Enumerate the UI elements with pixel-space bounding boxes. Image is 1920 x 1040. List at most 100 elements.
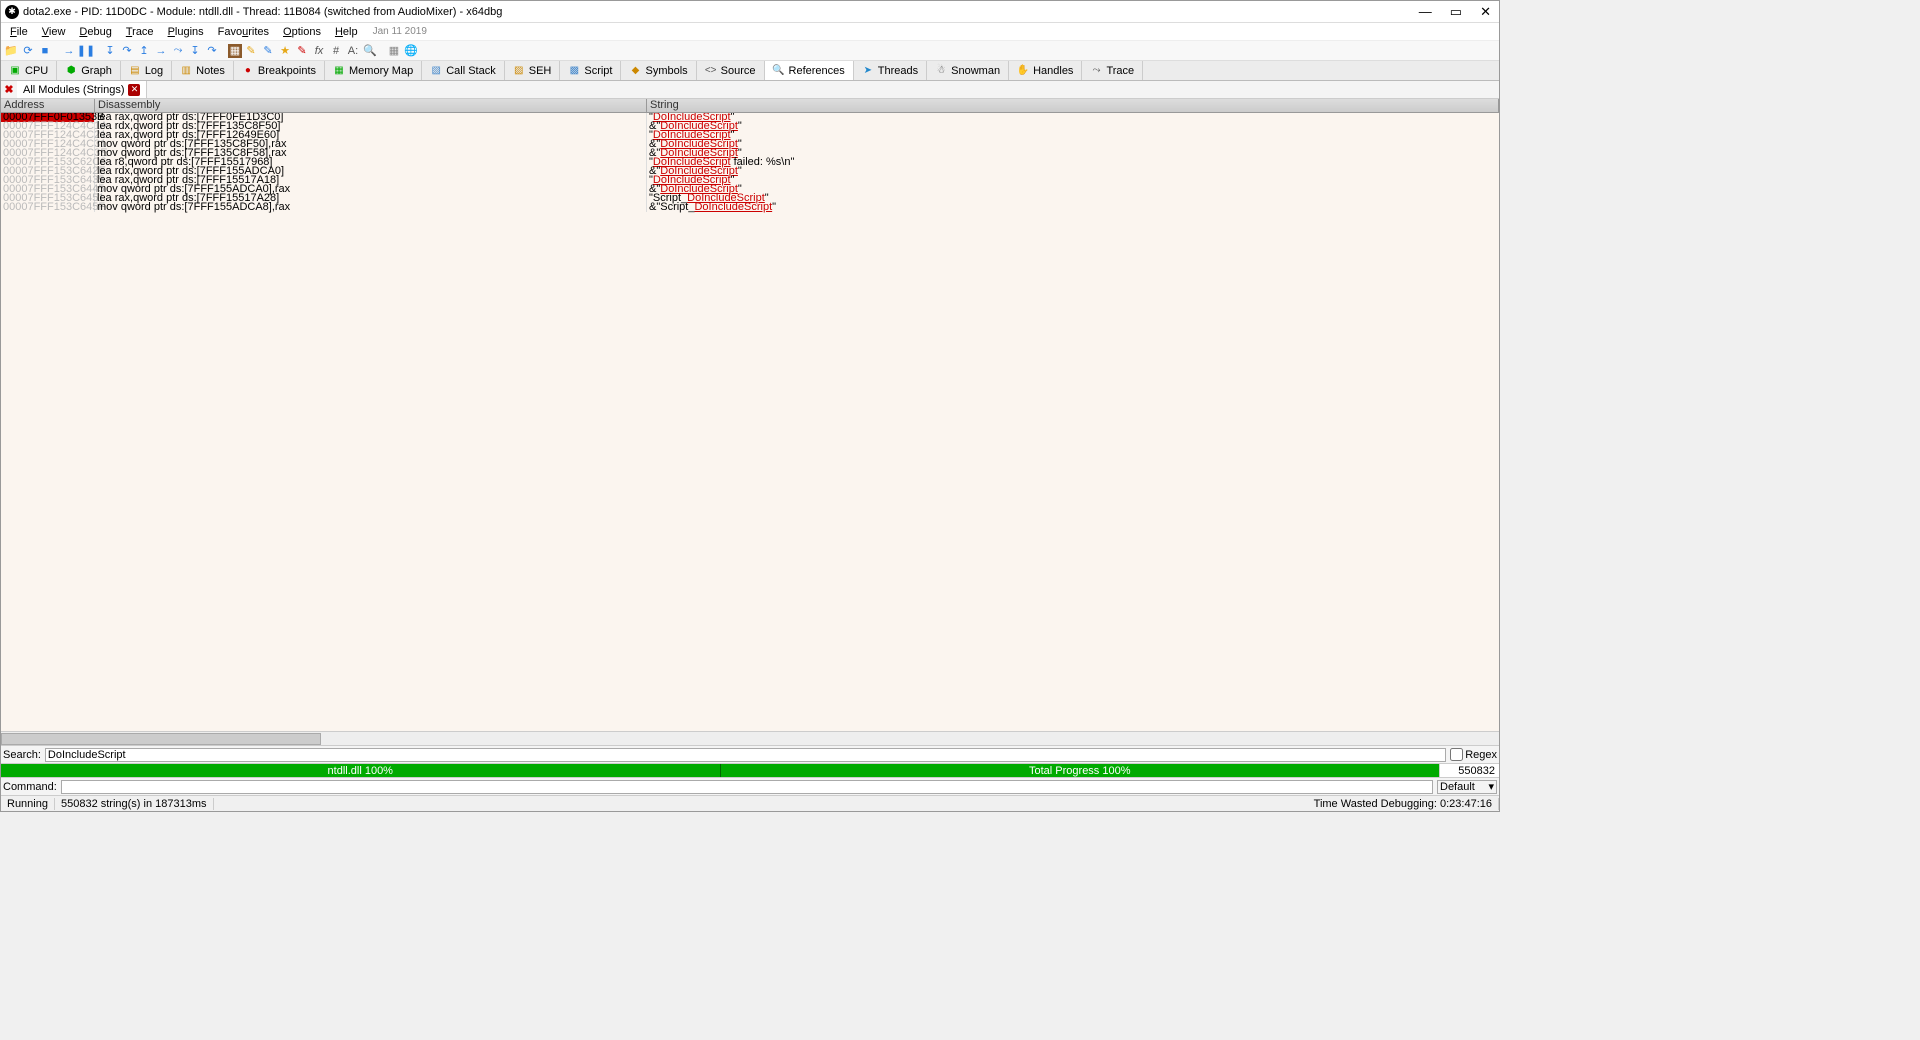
tab-memory-map[interactable]: ▦Memory Map <box>325 61 422 80</box>
tab-notes[interactable]: ▥Notes <box>172 61 234 80</box>
fx-icon[interactable]: fx <box>311 43 327 59</box>
labels-icon[interactable]: ✎ <box>260 43 276 59</box>
tab-seh[interactable]: ▨SEH <box>505 61 561 80</box>
minimize-button[interactable]: — <box>1419 4 1432 20</box>
snowman-icon: ☃ <box>935 65 947 77</box>
status-running: Running <box>1 798 55 810</box>
tab-trace[interactable]: ⤳Trace <box>1082 61 1143 80</box>
close-button[interactable]: ✕ <box>1480 4 1491 20</box>
seh-icon: ▨ <box>513 65 525 77</box>
table-row[interactable]: 00007FFF153C645Fmov qword ptr ds:[7FFF15… <box>1 203 1499 212</box>
toolbar: 📁 ⟳ ■ → ❚❚ ↧ ↷ ↥ → ⤳ ↧ ↷ ▦ ✎ ✎ ★ ✎ fx # … <box>1 41 1499 61</box>
close-all-tabs-button[interactable]: ✖ <box>1 81 17 98</box>
tab-breakpoints[interactable]: ●Breakpoints <box>234 61 325 80</box>
progress-bar: ntdll.dll 100% Total Progress 100% 55083… <box>1 763 1499 777</box>
menu-trace[interactable]: Trace <box>119 25 161 39</box>
build-date: Jan 11 2019 <box>373 26 427 37</box>
chevron-down-icon: ▾ <box>1488 780 1494 793</box>
memory-map-icon: ▦ <box>333 65 345 77</box>
subtab-all-modules-strings[interactable]: All Modules (Strings) ✕ <box>17 81 147 98</box>
restart-icon[interactable]: ⟳ <box>20 43 36 59</box>
status-bar: Running 550832 string(s) in 187313ms Tim… <box>1 795 1499 811</box>
stop-icon[interactable]: ■ <box>37 43 53 59</box>
bookmarks-icon[interactable]: ★ <box>277 43 293 59</box>
tab-call-stack[interactable]: ▧Call Stack <box>422 61 505 80</box>
horizontal-scrollbar[interactable] <box>1 731 1499 745</box>
trace-icon: ⤳ <box>1090 65 1102 77</box>
command-label: Command: <box>3 781 57 793</box>
tab-symbols[interactable]: ◆Symbols <box>621 61 696 80</box>
tab-script[interactable]: ▩Script <box>560 61 621 80</box>
comments-icon[interactable]: ✎ <box>243 43 259 59</box>
cell-string: &"DoIncludeScript" <box>647 185 1499 194</box>
cpu-icon: ▣ <box>9 65 21 77</box>
status-time: Time Wasted Debugging: 0:23:47:16 <box>1308 798 1499 810</box>
menu-plugins[interactable]: Plugins <box>161 25 211 39</box>
hash-icon[interactable]: # <box>328 43 344 59</box>
tab-threads[interactable]: ➤Threads <box>854 61 927 80</box>
source-icon: <> <box>705 65 717 77</box>
trace-over-icon[interactable]: ↷ <box>204 43 220 59</box>
status-strings: 550832 string(s) in 187313ms <box>55 798 214 810</box>
progress-total: Total Progress 100% <box>721 764 1440 777</box>
cell-string: &"DoIncludeScript" <box>647 167 1499 176</box>
close-tab-icon[interactable]: ✕ <box>128 84 140 96</box>
tab-source[interactable]: <>Source <box>697 61 765 80</box>
tab-graph[interactable]: ⬢Graph <box>57 61 121 80</box>
progress-module: ntdll.dll 100% <box>1 764 721 777</box>
log-icon: ▤ <box>129 65 141 77</box>
main-tabstrip: ▣CPU⬢Graph▤Log▥Notes●Breakpoints▦Memory … <box>1 61 1499 81</box>
command-mode-select[interactable]: Default ▾ <box>1437 780 1497 794</box>
scylla-icon[interactable]: 🌐 <box>403 43 419 59</box>
script-icon: ▩ <box>568 65 580 77</box>
app-icon: ✱ <box>5 5 19 19</box>
grid-body[interactable]: 00007FFF0F01353Blea rax,qword ptr ds:[7F… <box>1 113 1499 731</box>
step-icon[interactable]: → <box>153 43 169 59</box>
notes-icon: ▥ <box>180 65 192 77</box>
command-bar: Command: Default ▾ <box>1 777 1499 795</box>
open-icon[interactable]: 📁 <box>3 43 19 59</box>
cell-string: &"DoIncludeScript" <box>647 122 1499 131</box>
cell-string: &"DoIncludeScript" <box>647 140 1499 149</box>
subtab-label: All Modules (Strings) <box>23 84 124 96</box>
step2-icon[interactable]: ⤳ <box>170 43 186 59</box>
menu-favourites[interactable]: Favourites <box>211 25 276 39</box>
col-disassembly[interactable]: Disassembly <box>95 99 647 112</box>
tab-references[interactable]: 🔍References <box>765 61 854 80</box>
settings-icon[interactable]: ▦ <box>386 43 402 59</box>
find-icon[interactable]: 🔍 <box>362 43 378 59</box>
search-label: Search: <box>3 749 41 761</box>
cell-disassembly: mov qword ptr ds:[7FFF155ADCA8],rax <box>95 203 647 212</box>
search-bar: Search: Regex <box>1 745 1499 763</box>
regex-check-input[interactable] <box>1450 748 1463 761</box>
cell-string: "DoIncludeScript" <box>647 176 1499 185</box>
col-address[interactable]: Address <box>1 99 95 112</box>
trace-into-icon[interactable]: ↧ <box>187 43 203 59</box>
tab-handles[interactable]: ✋Handles <box>1009 61 1082 80</box>
tab-log[interactable]: ▤Log <box>121 61 172 80</box>
call-stack-icon: ▧ <box>430 65 442 77</box>
step-out-icon[interactable]: ↥ <box>136 43 152 59</box>
menu-view[interactable]: View <box>35 25 73 39</box>
menu-debug[interactable]: Debug <box>72 25 118 39</box>
step-over-icon[interactable]: ↷ <box>119 43 135 59</box>
cell-address: 00007FFF153C645F <box>1 203 95 212</box>
patches-icon[interactable]: ▦ <box>228 44 242 58</box>
menu-options[interactable]: Options <box>276 25 328 39</box>
menu-file[interactable]: File <box>3 25 35 39</box>
tab-cpu[interactable]: ▣CPU <box>1 61 57 80</box>
functions-icon[interactable]: ✎ <box>294 43 310 59</box>
search-input[interactable] <box>45 748 1446 762</box>
tab-snowman[interactable]: ☃Snowman <box>927 61 1009 80</box>
maximize-button[interactable]: ▭ <box>1450 4 1462 20</box>
command-input[interactable] <box>61 780 1433 794</box>
references-icon: 🔍 <box>773 65 785 77</box>
step-into-icon[interactable]: ↧ <box>102 43 118 59</box>
col-string[interactable]: String <box>647 99 1499 112</box>
pause-icon[interactable]: ❚❚ <box>78 43 94 59</box>
alabel-icon[interactable]: A: <box>345 43 361 59</box>
cell-string: "DoIncludeScript failed: %s\n" <box>647 158 1499 167</box>
run-icon[interactable]: → <box>61 43 77 59</box>
menu-help[interactable]: Help <box>328 25 365 39</box>
regex-checkbox[interactable]: Regex <box>1450 748 1497 761</box>
